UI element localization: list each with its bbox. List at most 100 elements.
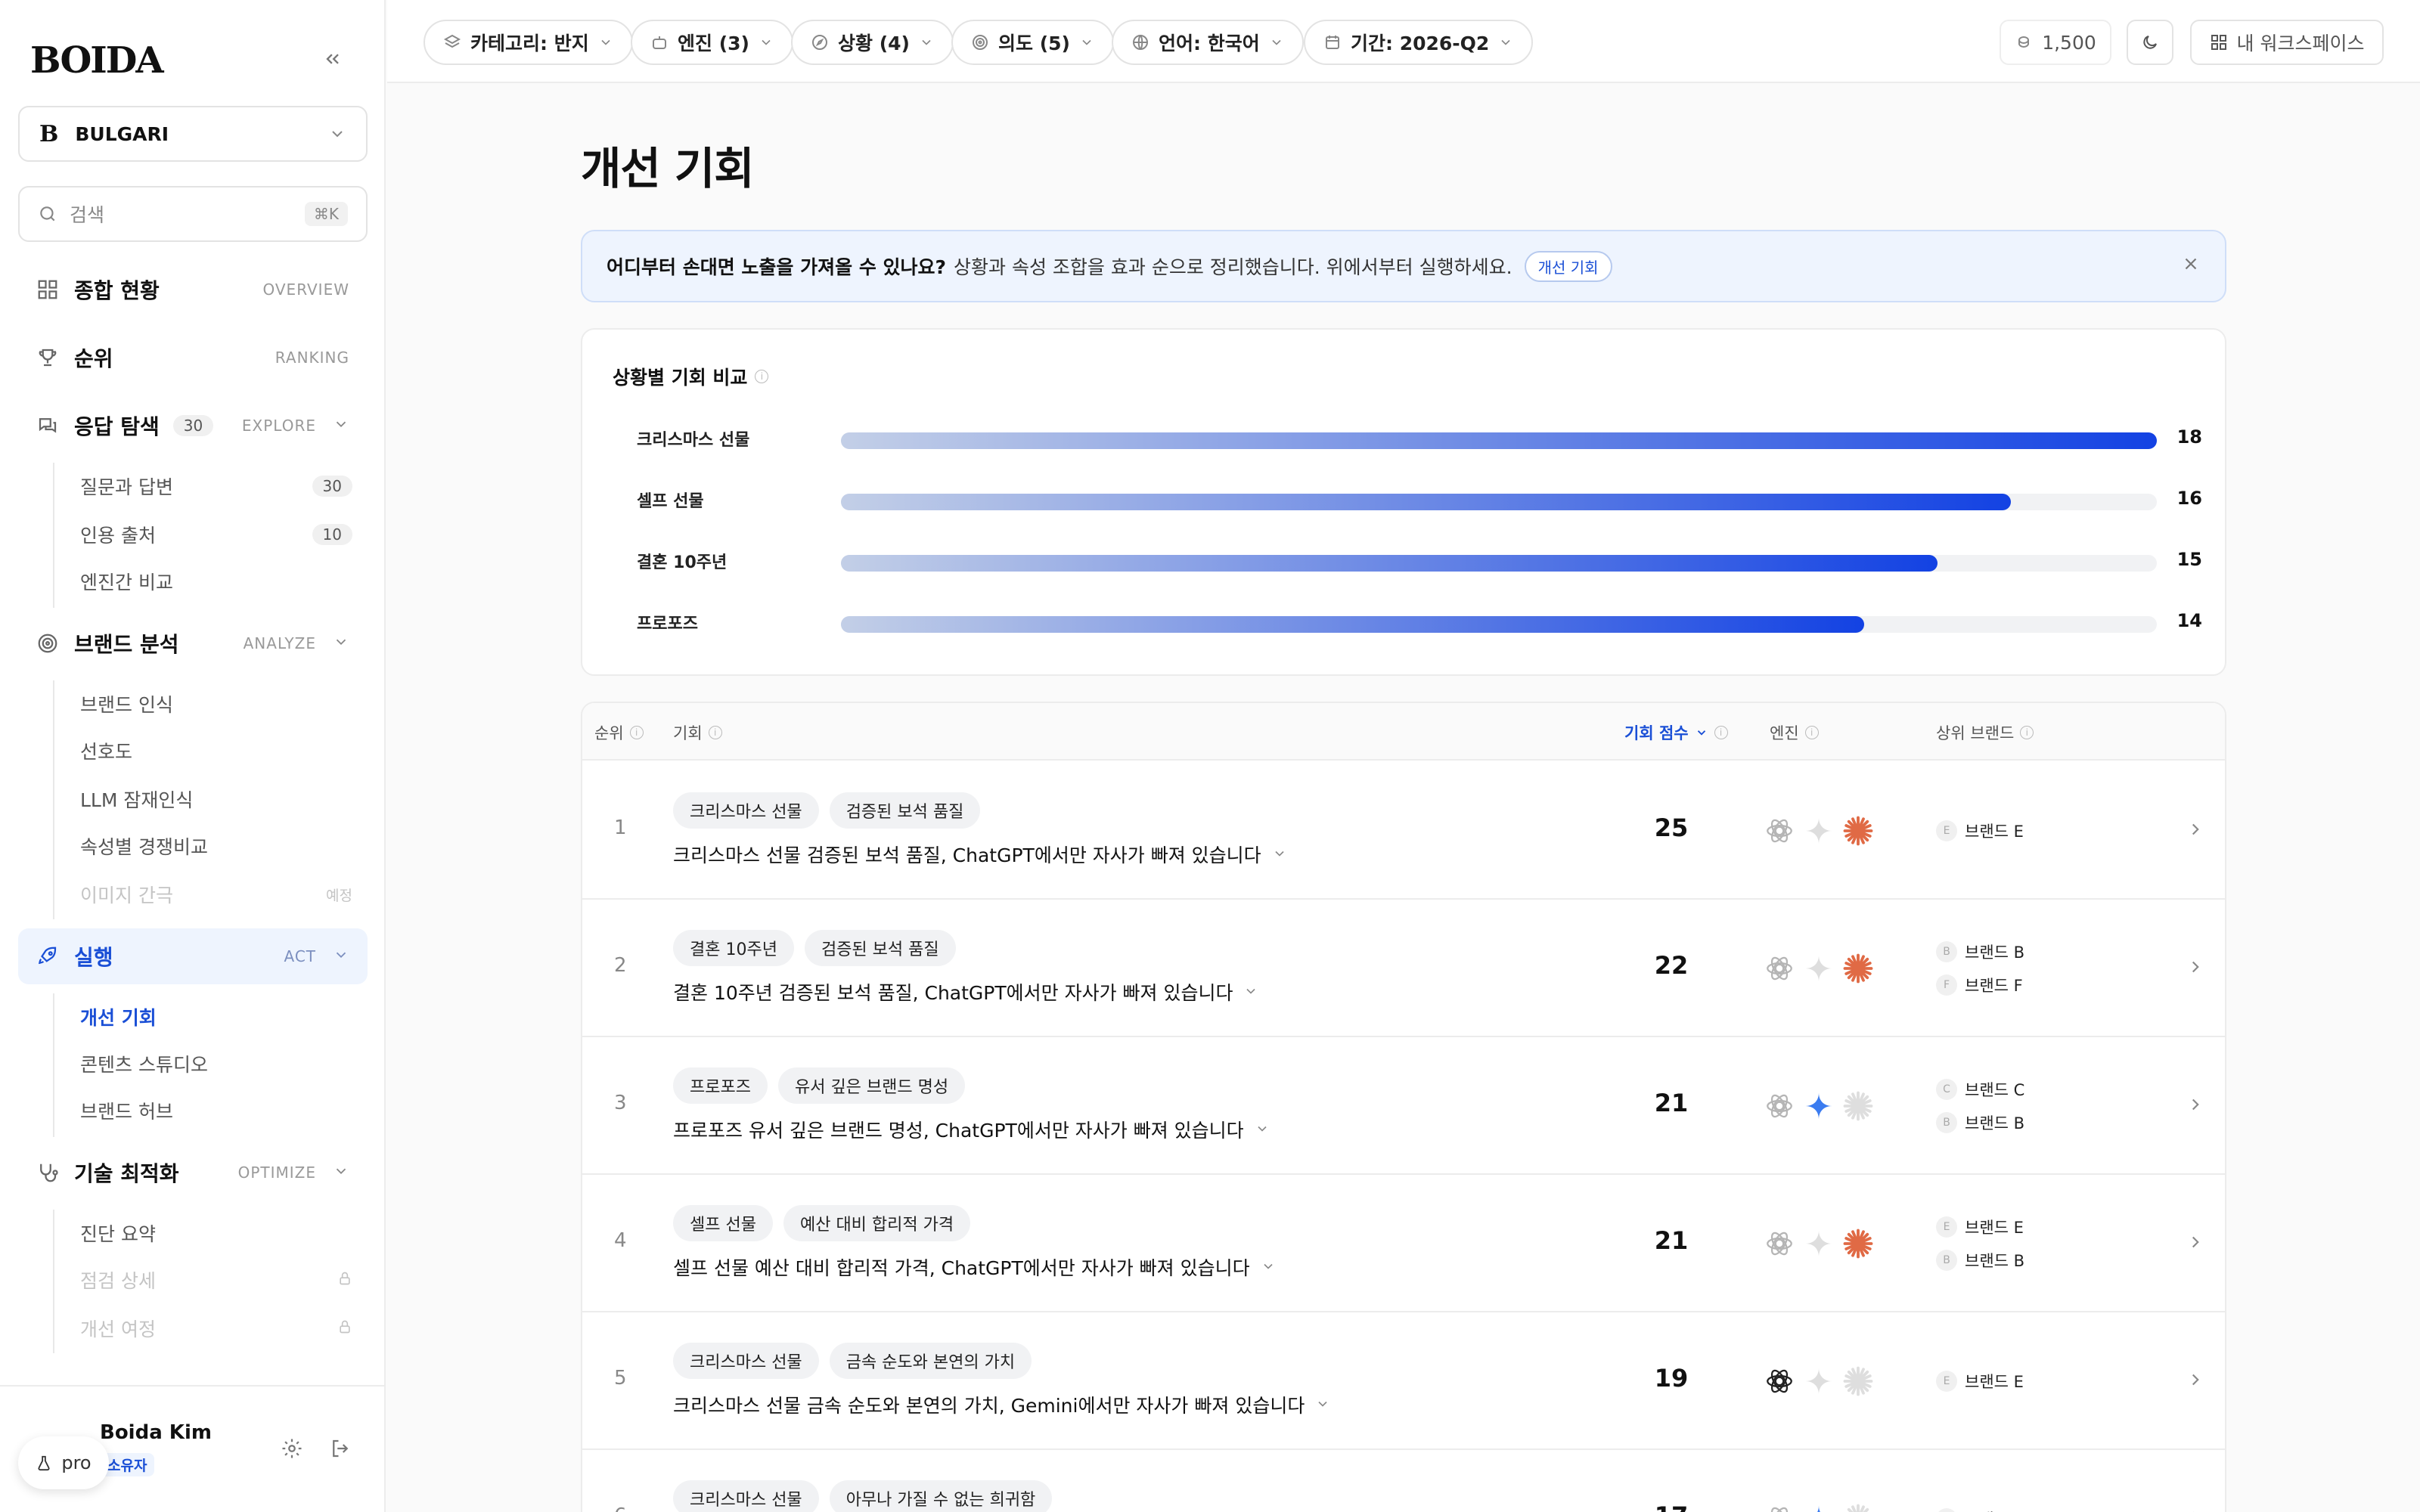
info-icon[interactable]: i: [708, 726, 722, 739]
table-row[interactable]: 2 결혼 10주년 검증된 보석 품질 결혼 10주년 검증된 보석 품질, Chat…: [582, 900, 2225, 1037]
chevron-right-icon[interactable]: [2186, 820, 2205, 842]
filter-period[interactable]: 기간: 2026-Q2: [1304, 20, 1534, 65]
logout-button[interactable]: [324, 1432, 357, 1465]
sub-qa-count: 30: [312, 476, 352, 497]
chevron-right-icon[interactable]: [2186, 1507, 2205, 1512]
row-brands: B 브랜드 B F 브랜드 F: [1936, 900, 2024, 1037]
th-rank-label: 순위: [594, 724, 624, 742]
close-icon: [2185, 258, 2197, 269]
row-rank: 4: [614, 1229, 627, 1252]
sub-brand-hub[interactable]: 브랜드 허브: [80, 1092, 352, 1129]
filter-situation[interactable]: 상황 (4): [791, 20, 954, 65]
table-row[interactable]: 3 프로포즈 유서 깊은 브랜드 명성 프로포즈 유서 깊은 브랜드 명성, Chat…: [582, 1037, 2225, 1175]
bar-label: 프로포즈: [637, 615, 698, 634]
chevron-down-icon: [336, 421, 346, 428]
row-title[interactable]: 프로포즈 유서 깊은 브랜드 명성, ChatGPT에서만 자사가 빠져 있습니…: [673, 1116, 1270, 1143]
row-title-text: 크리스마스 선물 검증된 보석 품질, ChatGPT에서만 자사가 빠져 있습…: [673, 844, 1261, 866]
workspace-button[interactable]: 내 워크스페이스: [2190, 20, 2384, 65]
info-icon[interactable]: i: [1804, 726, 1819, 739]
row-tag: 셀프 선물: [673, 1205, 773, 1241]
bar-track: [841, 616, 2157, 633]
sub-llm-latent[interactable]: LLM 잠재인식: [80, 780, 352, 818]
brand-item: B 브랜드 B: [1936, 1249, 2024, 1272]
banner-close-button[interactable]: [2181, 253, 2201, 280]
nav-act[interactable]: 실행 ACT: [18, 928, 368, 984]
chevron-right-icon[interactable]: [2186, 1232, 2205, 1255]
gemini-icon: [1803, 1503, 1835, 1512]
th-score-label: 기회 점수: [1624, 724, 1689, 742]
row-title[interactable]: 크리스마스 선물 검증된 보석 품질, ChatGPT에서만 자사가 빠져 있습…: [673, 841, 1287, 868]
collapse-sidebar-button[interactable]: [316, 44, 349, 74]
opportunity-table: 순위 i 기회 i 기회 점수 i 엔진 i 상위 브랜드 i 1 크리스마스 선물 검증된 …: [581, 702, 2226, 1512]
filter-language[interactable]: 언어: 한국어: [1112, 20, 1304, 65]
sub-preference[interactable]: 선호도: [80, 732, 352, 770]
row-title-text: 프로포즈 유서 깊은 브랜드 명성, ChatGPT에서만 자사가 빠져 있습니…: [673, 1120, 1244, 1142]
chevron-right-icon[interactable]: [2186, 1095, 2205, 1117]
sub-engine-compare[interactable]: 엔진간 비교: [80, 562, 352, 600]
row-tag: 결혼 10주년: [673, 930, 794, 966]
filter-category[interactable]: 카테고리: 반지: [424, 20, 633, 65]
sub-attribute-compare[interactable]: 속성별 경쟁비교: [80, 827, 352, 865]
stethoscope-icon: [40, 1163, 58, 1182]
nav-ranking[interactable]: 순위 RANKING: [18, 330, 368, 386]
sub-improvement-opportunities[interactable]: 개선 기회: [80, 998, 352, 1036]
brand-name: 브랜드 F: [1965, 977, 2023, 995]
banner-question: 어디부터 손대면 노출을 가져올 수 있나요?: [607, 256, 947, 278]
sub-qa[interactable]: 질문과 답변 30: [80, 467, 352, 505]
table-row[interactable]: 1 크리스마스 선물 검증된 보석 품질 크리스마스 선물 검증된 보석 품질, Ch…: [582, 762, 2225, 900]
banner-chip[interactable]: 개선 기회: [1524, 250, 1612, 282]
sub-diagnosis-summary[interactable]: 진단 요약: [80, 1214, 352, 1252]
th-score[interactable]: 기회 점수 i: [1624, 721, 1728, 744]
settings-button[interactable]: [275, 1432, 309, 1465]
bar-value: 18: [2176, 426, 2202, 448]
nav-overview[interactable]: 종합 현황 OVERVIEW: [18, 262, 368, 318]
target-icon: [973, 35, 988, 50]
row-brands: E 브랜드 E: [1936, 762, 2024, 900]
nav-optimize[interactable]: 기술 최적화 OPTIMIZE: [18, 1145, 368, 1201]
moon-icon: [2143, 36, 2157, 49]
lock-icon: [340, 1272, 350, 1284]
info-icon[interactable]: i: [755, 370, 769, 383]
bar-label: 결혼 10주년: [637, 553, 728, 572]
bar: [841, 494, 2011, 510]
openai-icon: [1764, 1503, 1795, 1512]
table-row[interactable]: 5 크리스마스 선물 금속 순도와 본연의 가치 크리스마스 선물 금속 순도와 본연…: [582, 1312, 2225, 1450]
chevron-down-icon: [1243, 981, 1258, 1003]
row-title[interactable]: 결혼 10주년 검증된 보석 품질, ChatGPT에서만 자사가 빠져 있습니…: [673, 978, 1258, 1005]
sub-content-studio-label: 콘텐츠 스튜디오: [80, 1054, 208, 1076]
chevron-right-icon[interactable]: [2186, 1370, 2205, 1393]
openai-icon: [1764, 1365, 1795, 1400]
brand-item: E 브랜드 E: [1936, 1216, 2024, 1238]
filter-engine[interactable]: 엔진 (3): [631, 20, 793, 65]
info-icon[interactable]: i: [2020, 726, 2034, 739]
brand-name: 브랜드 C: [1965, 1081, 2025, 1099]
gemini-icon: [1803, 1228, 1835, 1263]
nav-analyze[interactable]: 브랜드 분석 ANALYZE: [18, 615, 368, 671]
row-title[interactable]: 크리스마스 선물 금속 순도와 본연의 가치, Gemini에서만 자사가 빠져…: [673, 1391, 1330, 1418]
table-row[interactable]: 6 크리스마스 선물 아무나 가질 수 없는 희귀함 17 B 브랜드 B: [582, 1450, 2225, 1512]
bot-icon: [653, 36, 666, 49]
plan-badge[interactable]: pro: [18, 1436, 109, 1489]
sub-brand-awareness[interactable]: 브랜드 인식: [80, 685, 352, 723]
trophy-icon: [39, 349, 57, 367]
nav-optimize-label: 기술 최적화: [74, 1161, 179, 1186]
nav-explore[interactable]: 응답 탐색 30 EXPLORE: [18, 398, 368, 454]
brand-selector[interactable]: B BULGARI: [18, 106, 368, 162]
row-title[interactable]: 셀프 선물 예산 대비 합리적 가격, ChatGPT에서만 자사가 빠져 있습…: [673, 1253, 1276, 1281]
chevron-down-icon: [1255, 1119, 1270, 1141]
theme-toggle[interactable]: [2127, 20, 2173, 65]
nav-explore-label: 응답 탐색: [74, 414, 160, 439]
bar-row: 크리스마스 선물 18: [637, 423, 2202, 454]
filter-intent[interactable]: 의도 (5): [951, 20, 1114, 65]
brand-name: 브랜드 E: [1965, 1219, 2024, 1237]
brand-avatar: B: [1936, 1508, 1957, 1512]
sub-citations[interactable]: 인용 출처 10: [80, 516, 352, 553]
claude-icon: [1842, 1090, 1874, 1125]
chevron-right-icon[interactable]: [2186, 957, 2205, 980]
credits-indicator[interactable]: 1,500: [2000, 20, 2111, 65]
sub-content-studio[interactable]: 콘텐츠 스튜디오: [80, 1045, 352, 1083]
info-icon[interactable]: i: [1714, 726, 1728, 739]
table-row[interactable]: 4 셀프 선물 예산 대비 합리적 가격 셀프 선물 예산 대비 합리적 가격, Ch…: [582, 1175, 2225, 1312]
search-input[interactable]: 검색 ⌘K: [18, 186, 368, 242]
info-icon[interactable]: i: [629, 726, 644, 739]
